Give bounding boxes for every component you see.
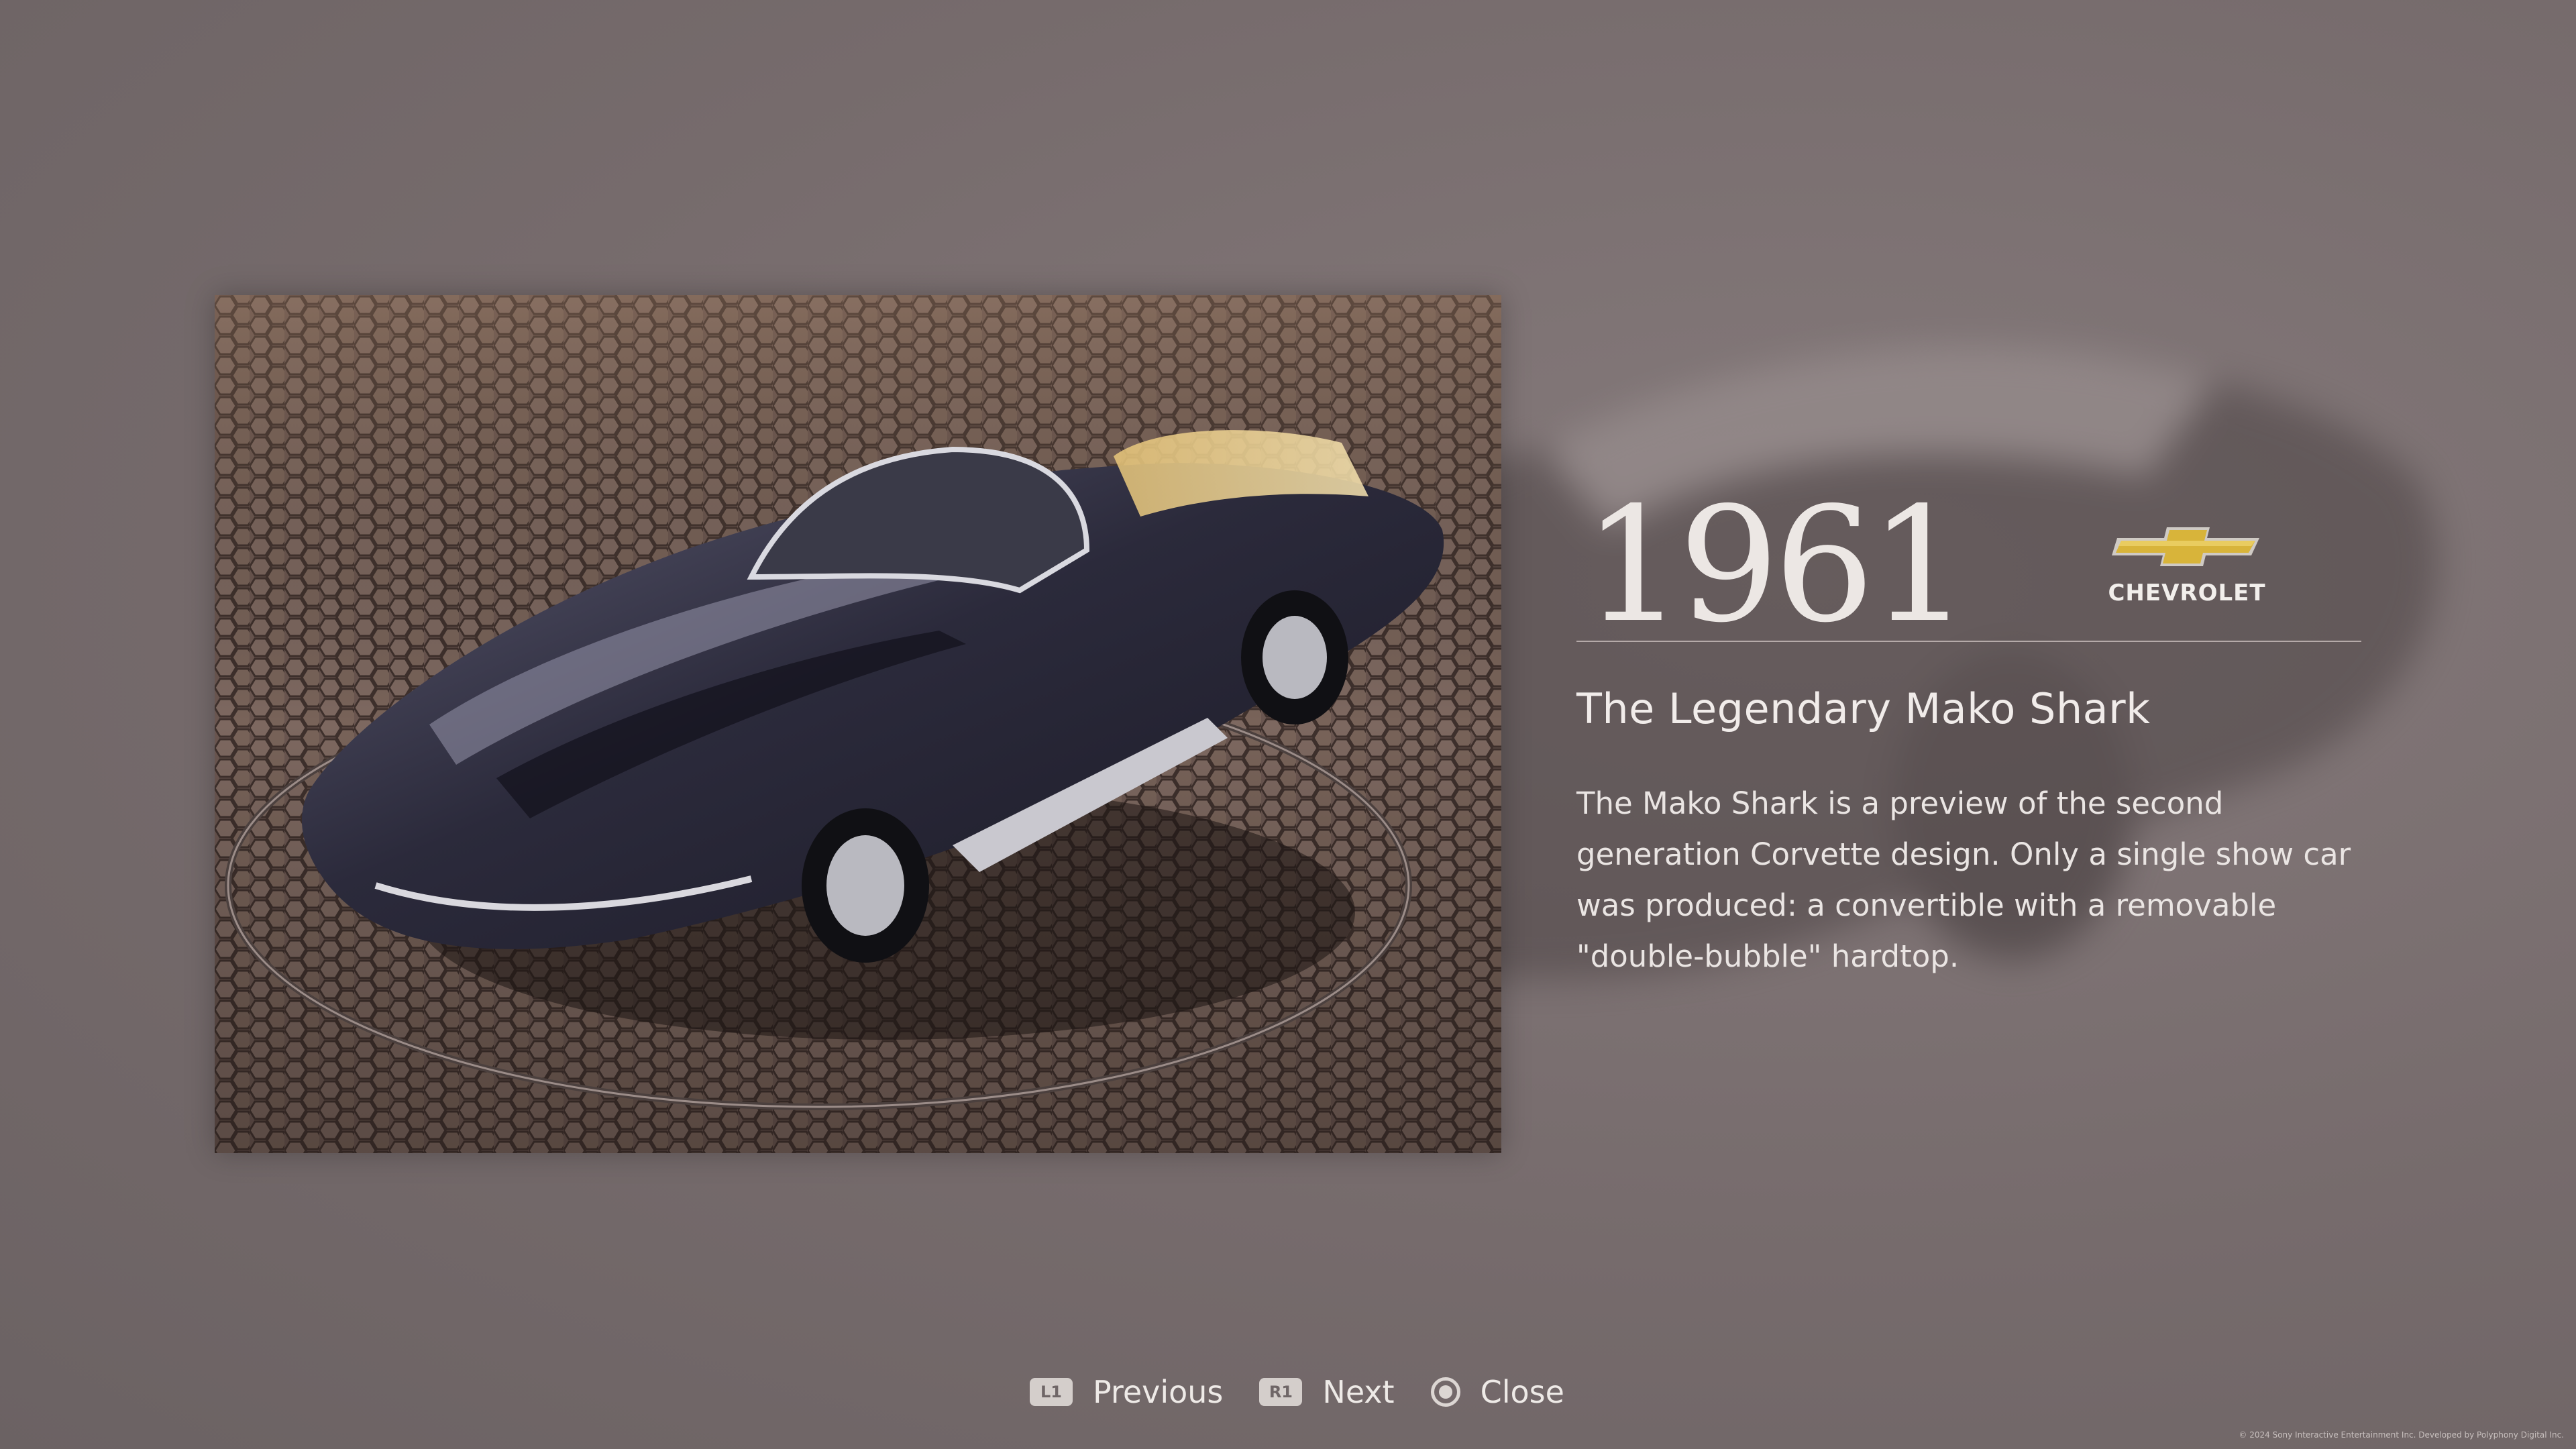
close-label: Close <box>1480 1374 1564 1410</box>
divider <box>1576 641 2361 642</box>
car-photo <box>215 295 1501 1153</box>
circle-button-icon <box>1430 1377 1460 1407</box>
corvette-mako-shark-image <box>215 295 1501 1153</box>
entry-title: The Legendary Mako Shark <box>1576 684 2151 733</box>
brand-logo: CHEVROLET <box>2100 523 2274 610</box>
l1-button-icon: L1 <box>1030 1378 1073 1406</box>
entry-description: The Mako Shark is a preview of the secon… <box>1576 786 2351 974</box>
brand-name: CHEVROLET <box>2108 580 2266 606</box>
previous-button[interactable]: L1 Previous <box>1030 1374 1223 1410</box>
close-button[interactable]: Close <box>1430 1374 1564 1410</box>
next-button[interactable]: R1 Next <box>1259 1374 1395 1410</box>
controls-bar: L1 Previous R1 Next Close <box>1030 1368 1601 1415</box>
model-year: 1961 <box>1583 473 1970 657</box>
r1-button-icon: R1 <box>1259 1378 1303 1406</box>
museum-screen: 1961 CHEVROLET The Legendary Mako Shark … <box>0 0 2576 1449</box>
chevrolet-bowtie-icon <box>2112 527 2259 566</box>
next-label: Next <box>1322 1374 1395 1410</box>
copyright-notice: © 2024 Sony Interactive Entertainment In… <box>2239 1430 2564 1440</box>
previous-label: Previous <box>1093 1374 1224 1410</box>
